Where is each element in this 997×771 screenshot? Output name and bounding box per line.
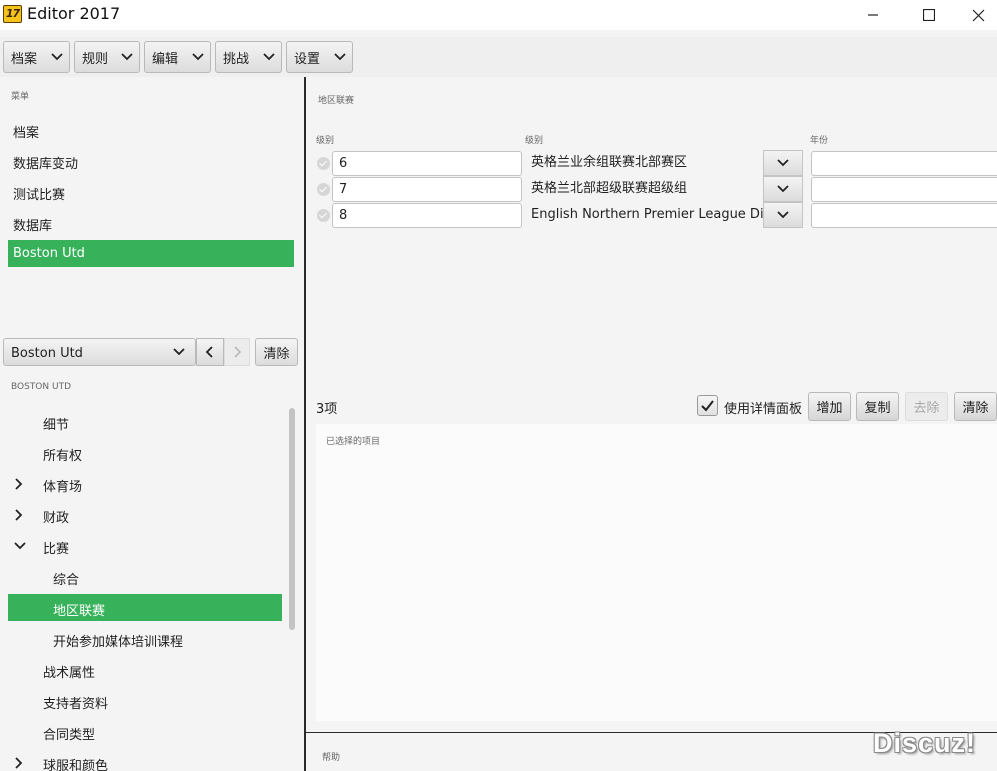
row-check-icon[interactable] xyxy=(317,183,330,196)
minimize-button[interactable] xyxy=(850,0,896,30)
league-value[interactable]: 英格兰业余组联赛北部赛区 xyxy=(524,150,764,175)
chevron-down-icon xyxy=(777,159,789,167)
watermark: Discuz! xyxy=(873,728,977,758)
tree-item-media-training[interactable]: 开始参加媒体培训课程 xyxy=(53,631,183,650)
tree-item-supporters[interactable]: 支持者资料 xyxy=(43,693,108,712)
menu-settings-button[interactable]: 设置 xyxy=(286,41,353,73)
detail-panel-label: 使用详情面板 xyxy=(724,402,803,417)
tree-item-label: 地区联赛 xyxy=(53,604,106,619)
menu-file-button[interactable]: 档案 xyxy=(3,41,70,73)
close-button[interactable] xyxy=(955,0,997,30)
row-check-icon[interactable] xyxy=(317,157,330,170)
chevron-down-icon[interactable] xyxy=(14,541,26,551)
selected-items-panel: 已选择的项目 xyxy=(316,424,997,721)
menu-label: 规则 xyxy=(82,51,109,67)
column-header-year: 年份 xyxy=(810,136,829,146)
section-title: 地区联赛 xyxy=(318,96,355,106)
menu-label: 设置 xyxy=(294,51,321,67)
tree-item-finance[interactable]: 财政 xyxy=(43,507,69,526)
app-logo: 17 xyxy=(3,5,22,23)
next-button[interactable] xyxy=(224,338,250,366)
maximize-button[interactable] xyxy=(906,0,952,30)
tree-item-kits-colours[interactable]: 球服和颜色 xyxy=(43,755,108,771)
sidebar-item-club[interactable]: Boston Utd xyxy=(8,240,294,267)
chevron-down-icon xyxy=(263,53,275,61)
menu-label: 编辑 xyxy=(152,51,179,67)
top-menu-bar: 档案 规则 编辑 挑战 设置 xyxy=(0,37,997,77)
menu-edit-button[interactable]: 编辑 xyxy=(144,41,211,73)
level-field[interactable]: 8 xyxy=(332,203,522,228)
tree-item-competitions[interactable]: 比赛 xyxy=(43,538,69,557)
title-bar: 17 Editor 2017 xyxy=(0,0,997,30)
club-select[interactable]: Boston Utd xyxy=(3,338,196,366)
selected-items-label: 已选择的项目 xyxy=(326,437,381,447)
detail-panel-checkbox[interactable] xyxy=(697,395,718,416)
column-header-league: 级别 xyxy=(525,136,544,146)
window-title: Editor 2017 xyxy=(27,4,121,23)
level-field[interactable]: 6 xyxy=(332,151,522,176)
league-dropdown-button[interactable] xyxy=(763,202,803,228)
tree-item-tactics[interactable]: 战术属性 xyxy=(43,662,95,681)
chevron-down-icon xyxy=(173,348,185,356)
league-value[interactable]: English Northern Premier League Divi... xyxy=(524,202,764,227)
tree-item-general[interactable]: 综合 xyxy=(53,569,79,588)
league-dropdown-button[interactable] xyxy=(763,150,803,176)
checkmark-icon xyxy=(701,400,714,412)
tree-item-contract-types[interactable]: 合同类型 xyxy=(43,724,95,743)
tree-item-details[interactable]: 细节 xyxy=(43,414,69,433)
tree-item-stadium[interactable]: 体育场 xyxy=(43,476,82,495)
menu-rules-button[interactable]: 规则 xyxy=(74,41,140,73)
sidebar-item-test-match[interactable]: 测试比赛 xyxy=(13,184,65,203)
year-field[interactable] xyxy=(811,151,997,176)
chevron-right-icon[interactable] xyxy=(14,509,24,521)
copy-button[interactable]: 复制 xyxy=(856,392,899,421)
column-header-level: 级别 xyxy=(316,136,335,146)
chevron-down-icon xyxy=(334,53,346,61)
help-label: 帮助 xyxy=(322,753,341,763)
minimize-icon xyxy=(868,14,878,16)
sidebar-item-label: Boston Utd xyxy=(13,246,85,261)
sidebar-item-archive[interactable]: 档案 xyxy=(13,122,39,141)
sidebar-item-database-changes[interactable]: 数据库变动 xyxy=(13,153,78,172)
clear-button[interactable]: 清除 xyxy=(954,392,997,421)
chevron-right-icon[interactable] xyxy=(14,757,24,769)
chevron-down-icon xyxy=(51,53,63,61)
remove-button[interactable]: 去除 xyxy=(905,392,948,421)
row-check-icon[interactable] xyxy=(317,209,330,222)
club-select-value: Boston Utd xyxy=(11,346,83,361)
add-button[interactable]: 增加 xyxy=(808,392,851,421)
previous-button[interactable] xyxy=(196,338,224,366)
chevron-down-icon xyxy=(192,53,204,61)
sidebar-item-database[interactable]: 数据库 xyxy=(13,215,52,234)
chevron-down-icon xyxy=(777,185,789,193)
chevron-right-icon[interactable] xyxy=(14,478,24,490)
year-field[interactable] xyxy=(811,177,997,202)
league-dropdown-button[interactable] xyxy=(763,176,803,202)
chevron-down-icon xyxy=(777,211,789,219)
club-clear-button[interactable]: 清除 xyxy=(255,338,298,366)
menu-label: 挑战 xyxy=(223,51,250,67)
maximize-icon xyxy=(923,9,935,21)
level-field[interactable]: 7 xyxy=(332,177,522,202)
tree-scrollbar[interactable] xyxy=(289,408,295,630)
item-count: 3项 xyxy=(316,402,338,417)
tree-item-ownership[interactable]: 所有权 xyxy=(43,445,82,464)
chevron-left-icon xyxy=(205,346,213,358)
tree-item-regional-leagues[interactable]: 地区联赛 xyxy=(8,594,282,621)
year-field[interactable] xyxy=(811,203,997,228)
menu-challenge-button[interactable]: 挑战 xyxy=(215,41,282,73)
menu-label: 档案 xyxy=(11,51,38,67)
chevron-down-icon xyxy=(121,53,133,61)
sidebar-section-label: 菜单 xyxy=(11,92,30,102)
club-header: BOSTON UTD xyxy=(11,382,72,392)
chevron-right-icon xyxy=(234,346,242,358)
league-value[interactable]: 英格兰北部超级联赛超级组 xyxy=(524,176,764,201)
close-icon xyxy=(972,9,984,21)
